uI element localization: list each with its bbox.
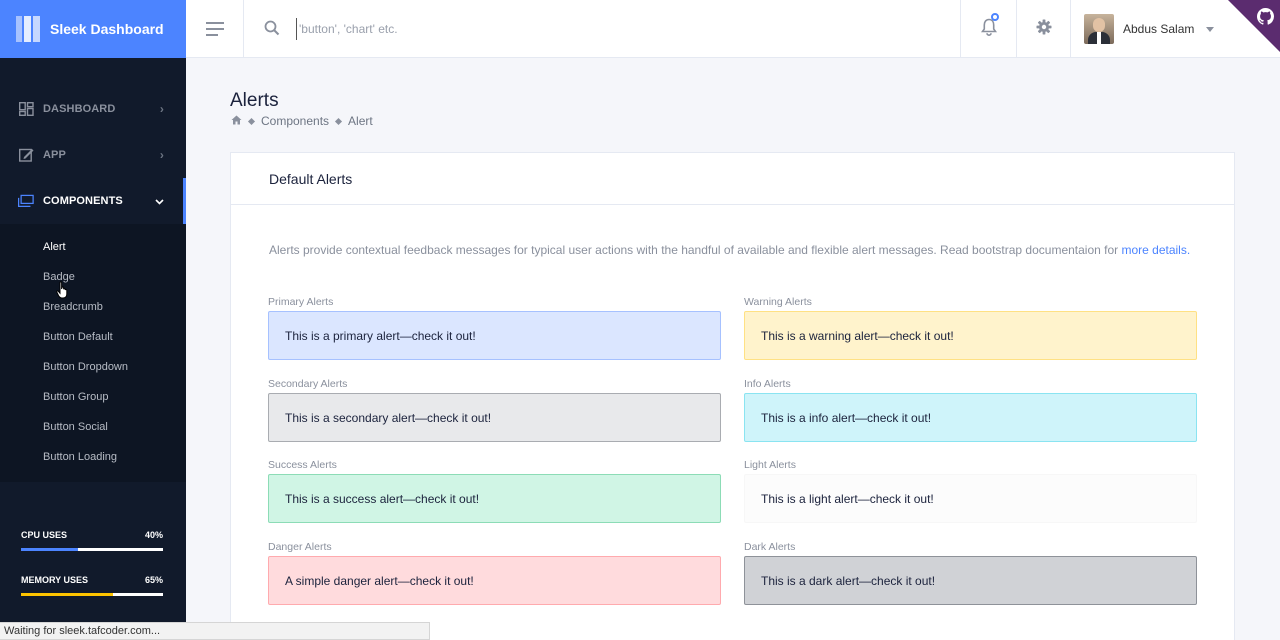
breadcrumb: Components Alert	[231, 114, 373, 128]
alert-group-danger: Danger Alerts A simple danger alert—chec…	[268, 541, 721, 605]
cpu-usage-label: CPU USES	[21, 530, 68, 540]
home-icon[interactable]	[231, 114, 242, 128]
alert-group-label: Success Alerts	[268, 459, 337, 471]
hand-cursor-icon	[56, 281, 70, 304]
brand-name: Sleek Dashboard	[50, 21, 164, 37]
components-submenu: Alert Badge Breadcrumb Button Default Bu…	[0, 224, 186, 482]
layers-icon	[18, 194, 34, 208]
memory-usage-label: MEMORY USES	[21, 575, 89, 585]
dark-alert: This is a dark alert—check it out!	[744, 556, 1197, 605]
sidebar-item-dashboard[interactable]: DASHBOARD ›	[0, 86, 186, 132]
card-title: Default Alerts	[231, 153, 1234, 205]
card-description: Alerts provide contextual feedback messa…	[269, 243, 1190, 257]
alert-group-label: Dark Alerts	[744, 541, 796, 553]
submenu-item-button-dropdown[interactable]: Button Dropdown	[0, 352, 186, 382]
menu-toggle-button[interactable]	[186, 0, 244, 58]
caret-down-icon	[1206, 26, 1215, 32]
alert-group-label: Danger Alerts	[268, 541, 332, 553]
breadcrumb-item-components[interactable]: Components	[261, 114, 329, 128]
alert-group-warning: Warning Alerts This is a warning alert—c…	[744, 296, 1197, 360]
alert-group-light: Light Alerts This is a light alert—check…	[744, 459, 1197, 523]
alert-group-dark: Dark Alerts This is a dark alert—check i…	[744, 541, 1197, 605]
user-menu[interactable]: Abdus Salam	[1070, 0, 1230, 58]
submenu-item-badge[interactable]: Badge	[0, 262, 186, 292]
top-header: Abdus Salam	[186, 0, 1280, 58]
chevron-right-icon: ›	[159, 148, 164, 162]
avatar	[1084, 14, 1114, 44]
more-details-link[interactable]: more details.	[1121, 243, 1190, 257]
primary-alert: This is a primary alert—check it out!	[268, 311, 721, 360]
cpu-usage-bar	[21, 548, 163, 551]
memory-usage: MEMORY USES 65%	[21, 575, 163, 596]
alerts-card: Default Alerts Alerts provide contextual…	[230, 152, 1235, 640]
cpu-usage-fill	[21, 548, 78, 551]
notification-dot	[991, 13, 999, 21]
breadcrumb-item-alert: Alert	[348, 114, 373, 128]
info-alert: This is a info alert—check it out!	[744, 393, 1197, 442]
memory-usage-value: 65%	[144, 575, 163, 585]
sidebar: Sleek Dashboard DASHBOARD › APP › COMPON…	[0, 0, 186, 640]
alert-group-success: Success Alerts This is a success alert—c…	[268, 459, 721, 523]
breadcrumb-separator	[335, 117, 343, 125]
grid-icon	[18, 102, 34, 116]
brand-logo-icon	[16, 16, 40, 42]
alert-group-label: Warning Alerts	[744, 296, 812, 308]
sidebar-item-app[interactable]: APP ›	[0, 132, 186, 178]
submenu-item-button-loading[interactable]: Button Loading	[0, 442, 186, 472]
pencil-square-icon	[18, 148, 34, 162]
submenu-item-button-default[interactable]: Button Default	[0, 322, 186, 352]
alert-group-primary: Primary Alerts This is a primary alert—c…	[268, 296, 721, 360]
brand[interactable]: Sleek Dashboard	[0, 0, 186, 58]
alert-group-label: Light Alerts	[744, 459, 796, 471]
settings-button[interactable]	[1016, 0, 1070, 58]
secondary-alert: This is a secondary alert—check it out!	[268, 393, 721, 442]
submenu-item-breadcrumb[interactable]: Breadcrumb	[0, 292, 186, 322]
cpu-usage: CPU USES 40%	[21, 530, 163, 551]
memory-usage-fill	[21, 593, 114, 596]
alert-group-label: Info Alerts	[744, 378, 791, 390]
sidebar-nav: DASHBOARD › APP › COMPONENTS Alert Badge…	[0, 86, 186, 482]
alert-group-secondary: Secondary Alerts This is a secondary ale…	[268, 378, 721, 442]
sidebar-item-label: APP	[43, 149, 66, 161]
chevron-down-icon	[155, 194, 164, 208]
submenu-item-button-social[interactable]: Button Social	[0, 412, 186, 442]
gear-icon	[1036, 19, 1052, 40]
submenu-item-button-group[interactable]: Button Group	[0, 382, 186, 412]
submenu-item-alert[interactable]: Alert	[0, 232, 186, 262]
success-alert: This is a success alert—check it out!	[268, 474, 721, 523]
warning-alert: This is a warning alert—check it out!	[744, 311, 1197, 360]
github-icon[interactable]	[1257, 8, 1274, 30]
sidebar-item-components[interactable]: COMPONENTS	[0, 178, 186, 224]
alert-group-label: Primary Alerts	[268, 296, 334, 308]
sidebar-item-label: COMPONENTS	[43, 195, 123, 207]
light-alert: This is a light alert—check it out!	[744, 474, 1197, 523]
search-input[interactable]	[296, 18, 596, 40]
search-icon	[264, 20, 280, 41]
browser-status-bar: Waiting for sleek.tafcoder.com...	[0, 622, 430, 640]
breadcrumb-separator	[247, 117, 256, 125]
card-description-text: Alerts provide contextual feedback messa…	[269, 243, 1122, 257]
notifications-button[interactable]	[960, 0, 1016, 58]
memory-usage-bar	[21, 593, 163, 596]
alert-group-info: Info Alerts This is a info alert—check i…	[744, 378, 1197, 442]
user-name: Abdus Salam	[1123, 22, 1195, 36]
alert-group-label: Secondary Alerts	[268, 378, 348, 390]
chevron-right-icon: ›	[159, 102, 164, 116]
sidebar-item-label: DASHBOARD	[43, 103, 116, 115]
cpu-usage-value: 40%	[144, 530, 163, 540]
danger-alert: A simple danger alert—check it out!	[268, 556, 721, 605]
page-title: Alerts	[230, 90, 279, 111]
